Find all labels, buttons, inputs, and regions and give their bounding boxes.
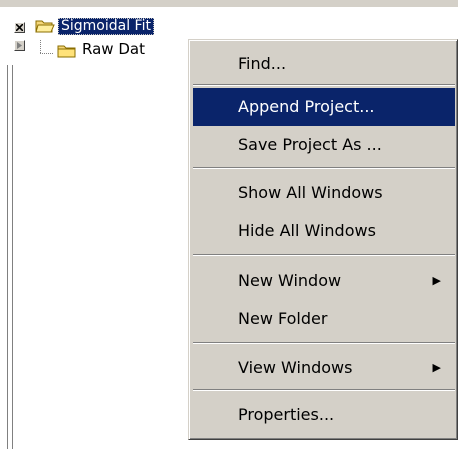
context-menu: Find... Append Project... Save Project A…	[188, 39, 458, 440]
menu-item-find[interactable]: Find...	[193, 45, 455, 83]
menu-item-label: New Window	[238, 271, 342, 290]
menu-separator	[193, 254, 455, 256]
menu-separator	[193, 389, 455, 391]
menu-item-properties[interactable]: Properties...	[193, 396, 455, 434]
menu-separator	[193, 84, 455, 86]
menu-separator	[193, 167, 455, 169]
tree-node-root[interactable]: Sigmoidal Fit	[58, 18, 154, 35]
tree-connector	[40, 40, 41, 54]
folder-icon	[57, 43, 77, 59]
top-strip	[0, 0, 458, 9]
menu-item-label: View Windows	[238, 358, 353, 377]
splitter-bar[interactable]	[7, 65, 13, 449]
menu-item-hide-all-windows[interactable]: Hide All Windows	[193, 212, 455, 250]
close-icon[interactable]	[14, 22, 25, 33]
menu-item-append-project[interactable]: Append Project...	[193, 88, 455, 126]
menu-item-view-windows[interactable]: View Windows ▶	[193, 349, 455, 387]
tree-connector	[40, 53, 54, 54]
menu-item-new-folder[interactable]: New Folder	[193, 300, 455, 338]
submenu-arrow-icon: ▶	[432, 274, 441, 287]
tree-node-raw-data[interactable]: Raw Dat	[82, 41, 145, 58]
menu-item-show-all-windows[interactable]: Show All Windows	[193, 174, 455, 212]
menu-separator	[193, 342, 455, 344]
menu-item-save-project-as[interactable]: Save Project As ...	[193, 126, 455, 164]
menu-item-new-window[interactable]: New Window ▶	[193, 262, 455, 300]
open-folder-icon	[35, 18, 55, 34]
project-tree: Sigmoidal Fit Raw Dat	[14, 18, 214, 78]
submenu-arrow-icon: ▶	[432, 361, 441, 374]
play-icon[interactable]	[14, 40, 25, 51]
